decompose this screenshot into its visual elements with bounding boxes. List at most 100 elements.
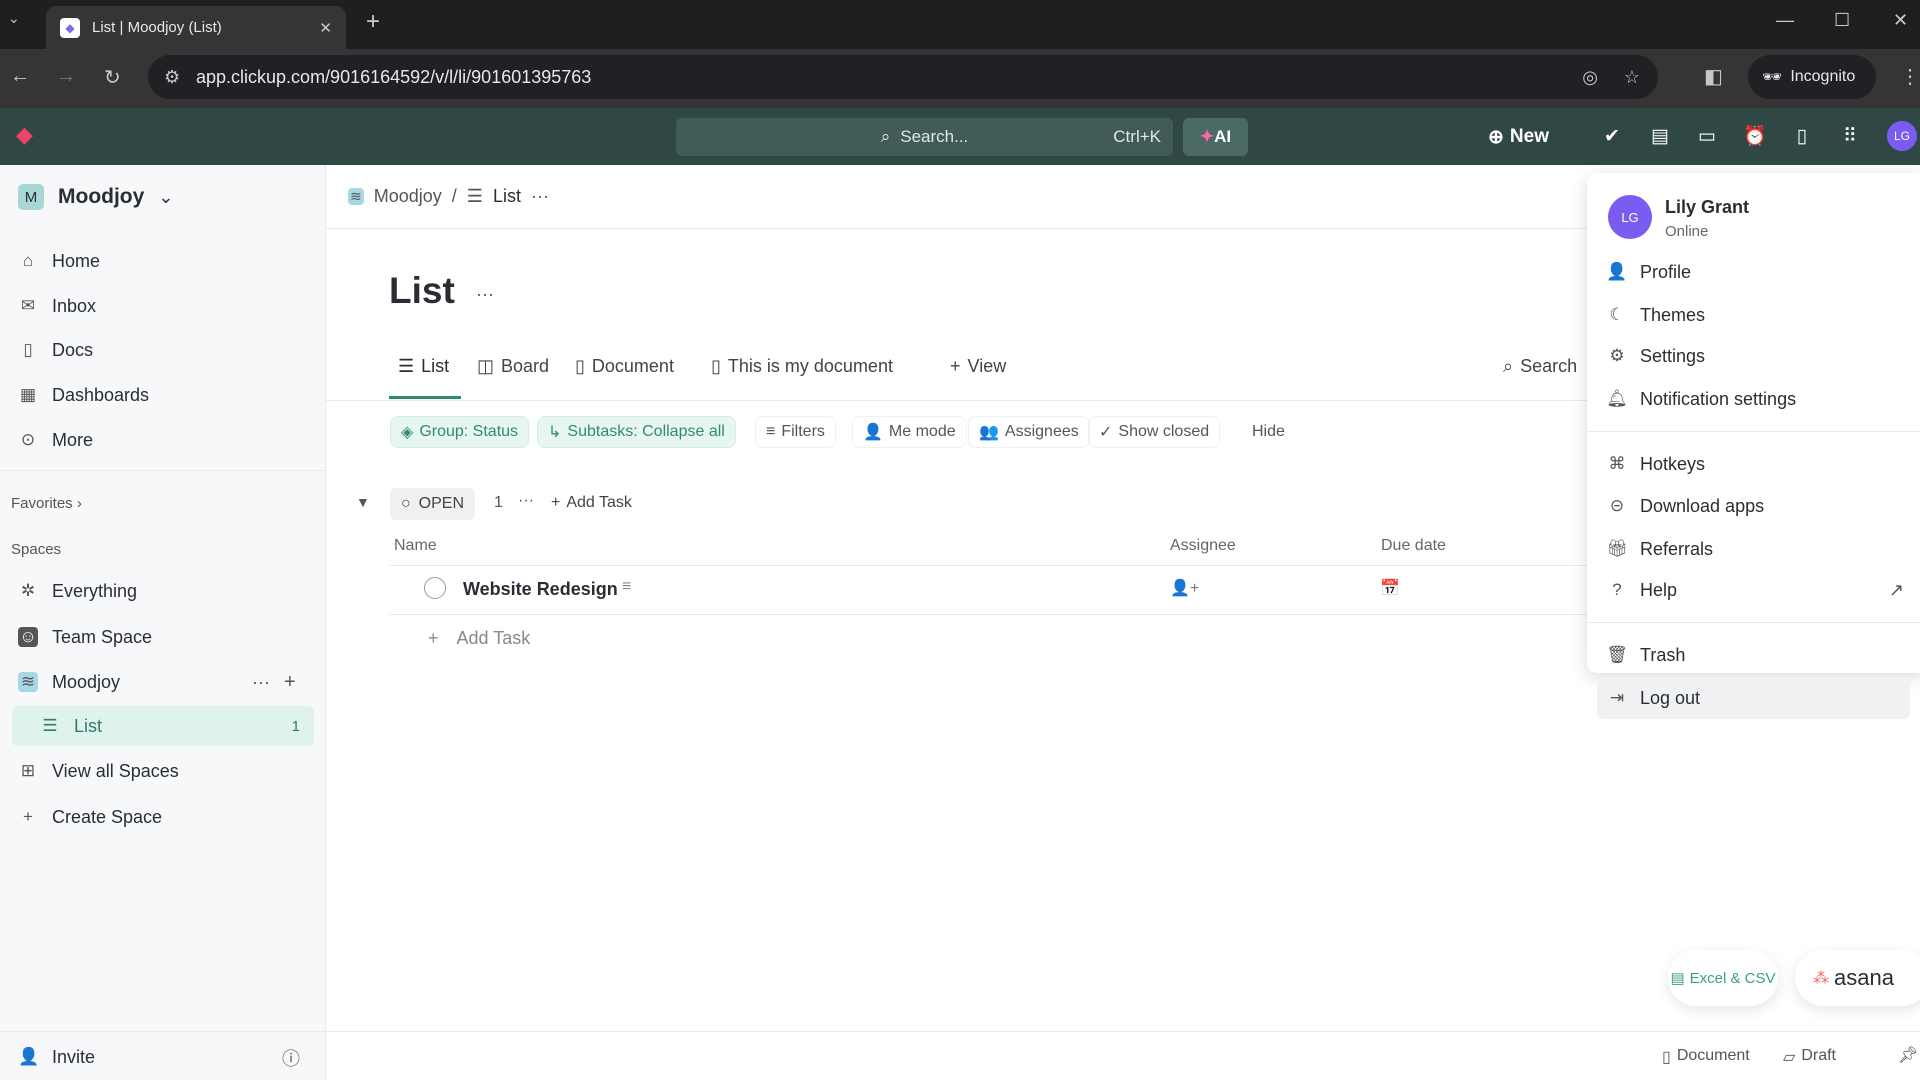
apps-grid-icon[interactable]: ⠿ [1835, 120, 1865, 154]
star-icon[interactable]: ☆ [1624, 67, 1640, 88]
menu-item-hotkeys[interactable]: ⌘ Hotkeys [1587, 444, 1920, 484]
menu-item-trash[interactable]: 🗑︎ Trash [1587, 635, 1920, 675]
search-tasks-button[interactable]: ⌕ Search [1503, 356, 1577, 377]
collapse-group-icon[interactable]: ▼ [356, 494, 370, 510]
sidebar-item-everything[interactable]: ✲ Everything [0, 571, 326, 611]
browser-tab[interactable]: ◆ List | Moodjoy (List) ✕ [46, 6, 346, 49]
clickup-logo-icon[interactable]: ◆ [16, 122, 33, 148]
task-name[interactable]: Website Redesign [463, 579, 618, 600]
add-assignee-icon[interactable]: 👤+ [1170, 578, 1199, 598]
close-tab-icon[interactable]: ✕ [319, 19, 332, 37]
add-task-button[interactable]: + Add Task [428, 628, 530, 649]
table-row[interactable]: Website Redesign ≡ 👤+ 📅 [390, 566, 1590, 614]
assignees-button[interactable]: 👥 Assignees [968, 416, 1090, 448]
sidebar-item-more[interactable]: ⊙ More [0, 420, 326, 460]
sidebar-item-inbox[interactable]: ✉ Inbox [0, 286, 326, 326]
new-button[interactable]: ⊕ New [1488, 118, 1549, 156]
browser-menu-icon[interactable]: ⋮ [1900, 64, 1920, 89]
more-icon[interactable]: ··· [252, 672, 270, 693]
ai-button[interactable]: ✦ AI [1183, 118, 1248, 156]
filters-button[interactable]: ≡ Filters [755, 416, 836, 448]
breadcrumb-space[interactable]: Moodjoy [374, 186, 442, 207]
menu-item-themes[interactable]: ☾ Themes [1587, 295, 1920, 335]
import-asana-button[interactable]: ⁂ asana [1795, 950, 1920, 1006]
status-circle-icon: ○ [401, 495, 411, 512]
tab-board[interactable]: ◫ Board [477, 356, 549, 377]
add-view-button[interactable]: + View [950, 356, 1006, 377]
calendar-icon[interactable]: 📅 [1380, 578, 1400, 598]
check-circle-icon[interactable]: ✔ [1597, 120, 1627, 154]
sidebar-item-view-all-spaces[interactable]: ⊞ View all Spaces [0, 751, 326, 791]
menu-item-download-apps[interactable]: ⊝ Download apps [1587, 486, 1920, 526]
group-add-task-button[interactable]: + Add Task [551, 494, 632, 512]
group-more-icon[interactable]: ··· [518, 492, 534, 510]
tab-list[interactable]: ☰ List [398, 356, 449, 377]
sidebar-item-dashboards[interactable]: ▦ Dashboards [0, 375, 326, 415]
wifi-space-icon: ≋ [348, 187, 364, 205]
url-field[interactable]: ⚙ app.clickup.com/9016164592/v/l/li/9016… [148, 55, 1658, 99]
more-icon[interactable]: ··· [531, 186, 549, 207]
draft-icon: ▱ [1783, 1049, 1796, 1066]
forward-icon[interactable]: → [56, 65, 76, 88]
draft-tray-item[interactable]: ▱ Draft [1783, 1047, 1836, 1067]
user-avatar-button[interactable]: LG [1887, 121, 1917, 151]
breadcrumb-separator: / [451, 185, 457, 206]
sidebar-item-home[interactable]: ⌂ Home [0, 241, 326, 281]
menu-item-log-out[interactable]: ⇥ Log out [1597, 677, 1910, 719]
sidebar-item-moodjoy[interactable]: ≋ Moodjoy ··· + [0, 662, 326, 702]
document-icon[interactable]: ▯ [1787, 120, 1817, 154]
help-icon[interactable]: ⓘ [282, 1045, 300, 1071]
sidebar-item-create-space[interactable]: + Create Space [0, 797, 326, 837]
back-icon[interactable]: ← [10, 65, 30, 88]
column-header-assignee[interactable]: Assignee [1170, 537, 1236, 555]
favorites-header[interactable]: Favorites › [11, 495, 82, 512]
subtasks-chip[interactable]: ↳ Subtasks: Collapse all [537, 416, 736, 448]
sidebar-item-docs[interactable]: ▯ Docs [0, 330, 326, 370]
video-icon[interactable]: ▭ [1692, 120, 1722, 154]
notepad-icon[interactable]: ▤ [1645, 120, 1675, 154]
site-settings-icon[interactable]: ⚙ [164, 67, 180, 88]
alarm-icon[interactable]: ⏰ [1740, 120, 1770, 154]
tab-list-icon[interactable]: ⌄ [8, 10, 20, 27]
search-input[interactable]: ⌕ Search... Ctrl+K [676, 118, 1173, 156]
document-tray-item[interactable]: ▯ Document [1662, 1047, 1750, 1067]
minimize-icon[interactable]: — [1776, 10, 1794, 31]
menu-item-help[interactable]: ? Help ↗ [1587, 570, 1920, 610]
command-icon: ⌘ [1608, 454, 1626, 473]
new-tab-icon[interactable]: + [366, 8, 380, 36]
incognito-badge[interactable]: 🕶 Incognito [1748, 55, 1876, 99]
reload-icon[interactable]: ↻ [104, 65, 121, 90]
side-panel-icon[interactable]: ◧ [1704, 64, 1723, 89]
clickup-favicon-icon: ◆ [60, 17, 80, 38]
tab-document[interactable]: ▯ Document [575, 356, 674, 377]
add-icon[interactable]: + [284, 671, 296, 694]
title-more-icon[interactable]: ··· [476, 284, 494, 305]
column-header-name[interactable]: Name [394, 537, 437, 555]
menu-item-settings[interactable]: ⚙ Settings [1587, 336, 1920, 376]
show-closed-button[interactable]: ✓ Show closed [1088, 416, 1221, 448]
plus-icon: + [23, 807, 33, 826]
sidebar-item-label: Create Space [52, 806, 163, 827]
workspace-switcher[interactable]: M Moodjoy ⌄ [0, 177, 326, 217]
eye-off-icon[interactable]: ◎ [1582, 67, 1598, 88]
invite-button[interactable]: 👤 Invite [0, 1037, 326, 1077]
hide-button[interactable]: Hide [1242, 416, 1295, 448]
status-badge[interactable]: ○ OPEN [390, 488, 476, 520]
menu-item-referrals[interactable]: 🎁︎ Referrals [1587, 529, 1920, 569]
group-status-chip[interactable]: ◈ Group: Status [390, 416, 530, 448]
sidebar-item-team-space[interactable]: ☺ Team Space [0, 617, 326, 657]
close-window-icon[interactable]: ✕ [1893, 10, 1908, 31]
check-circle-icon: ✓ [1099, 424, 1113, 441]
menu-item-notification-settings[interactable]: 🔔︎ Notification settings [1587, 379, 1920, 419]
task-status-checkbox[interactable] [424, 577, 446, 599]
app-header: ◆ ⌕ Search... Ctrl+K ✦ AI ⊕ New ✔ ▤ ▭ ⏰ ▯ ⠿ … [0, 108, 1920, 165]
breadcrumb-list[interactable]: List [493, 186, 521, 207]
sidebar-item-list[interactable]: ☰ List 1 [12, 706, 314, 746]
me-mode-button[interactable]: 👤 Me mode [852, 416, 967, 448]
pin-icon[interactable]: 📌︎ [1898, 1045, 1918, 1065]
column-header-due-date[interactable]: Due date [1381, 537, 1446, 555]
import-excel-csv-button[interactable]: ▤ Excel & CSV [1668, 950, 1778, 1006]
maximize-icon[interactable]: ☐ [1834, 10, 1850, 31]
tab-this-is-my-document[interactable]: ▯ This is my document [711, 356, 893, 377]
menu-item-profile[interactable]: 👤 Profile [1587, 252, 1920, 292]
